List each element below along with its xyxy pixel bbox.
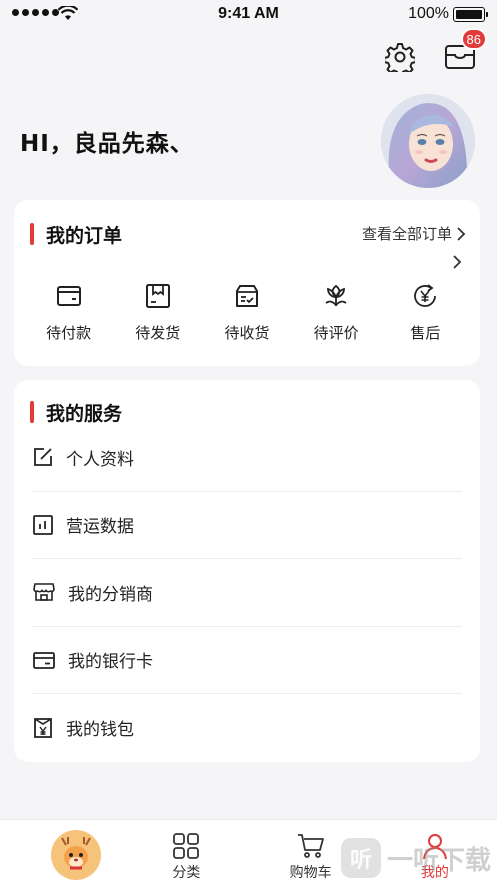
service-distributors[interactable]: 我的分销商 [32,559,462,627]
order-pending-shipment[interactable]: 待发货 [119,282,197,343]
tab-label: 购物车 [289,864,332,881]
order-item-label: 售后 [410,324,441,342]
gear-icon [385,43,415,72]
services-list: 个人资料 营运数据 我的分销商 我的银行卡 我的钱包 [32,424,462,762]
service-label: 个人资料 [66,449,134,470]
battery-percentage: 100% [408,5,449,22]
bank-card-icon [33,651,55,669]
service-label: 我的钱包 [66,720,134,741]
watermark-logo-icon: 听 [340,838,381,878]
store-icon [33,583,55,602]
services-card: 我的服务 个人资料 营运数据 我的分销商 我的银行卡 我的钱包 [14,380,480,762]
avatar[interactable] [381,94,475,188]
orders-card: 我的订单 查看全部订单 待付款 待发货 待收货 待评价 售后 [14,200,480,366]
avatar-image [381,94,475,188]
service-label: 我的分销商 [68,584,153,605]
watermark: 听 一听下载 [340,833,497,883]
tab-label: 分类 [172,864,201,881]
order-pending-receipt[interactable]: 待收货 [208,282,286,343]
flower-review-icon [325,284,347,307]
order-item-label: 待付款 [46,324,92,342]
orders-title: 我的订单 [30,221,122,248]
grid-icon [173,832,200,859]
header-actions: 86 [383,28,487,74]
battery-icon [453,7,488,22]
watermark-text: 一听下载 [386,845,491,876]
receive-box-icon [235,285,258,307]
view-all-orders-link[interactable]: 查看全部订单 [362,223,466,244]
package-icon [145,284,170,308]
yen-refund-icon [414,284,437,307]
home-logo-icon [51,829,102,880]
settings-button[interactable] [383,40,417,74]
cart-icon [297,833,324,858]
order-status-list: 待付款 待发货 待收货 待评价 售后 [14,282,480,343]
wallet-yen-icon [34,717,52,738]
service-label: 我的银行卡 [68,652,153,673]
status-bar: 9:41 AM 100% [0,0,497,30]
services-title: 我的服务 [30,399,122,426]
tab-home[interactable] [17,820,107,883]
order-pending-review[interactable]: 待评价 [297,282,375,343]
view-all-orders-label: 查看全部订单 [361,225,452,243]
wallet-icon [56,286,81,306]
chevron-right-icon [457,226,466,241]
order-after-sales[interactable]: 售后 [386,282,464,343]
messages-button[interactable]: 86 [443,28,487,74]
edit-icon [34,448,52,467]
message-count-badge: 86 [460,28,487,50]
service-label: 营运数据 [66,517,134,538]
bar-chart-icon [33,514,53,535]
service-profile[interactable]: 个人资料 [32,424,462,492]
order-item-label: 待发货 [135,324,181,342]
chevron-right-icon[interactable] [452,254,462,270]
tab-category[interactable]: 分类 [141,820,231,883]
service-bank-cards[interactable]: 我的银行卡 [32,627,462,694]
order-item-label: 待收货 [224,324,270,342]
greeting-text: HI，良品先森、 [20,131,194,157]
service-operation-data[interactable]: 营运数据 [32,492,462,559]
order-item-label: 待评价 [313,324,359,342]
service-wallet[interactable]: 我的钱包 [32,694,462,762]
order-pending-payment[interactable]: 待付款 [30,282,108,343]
